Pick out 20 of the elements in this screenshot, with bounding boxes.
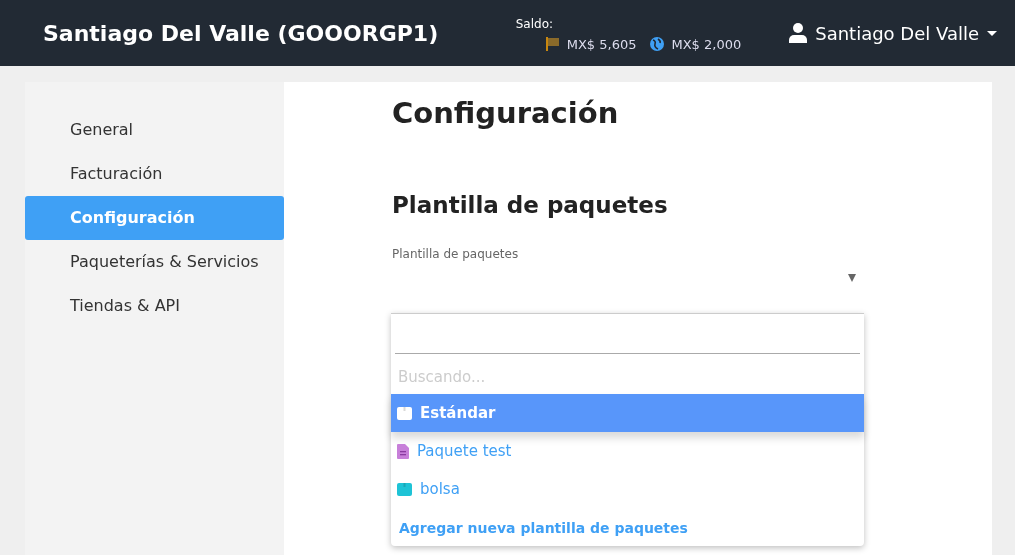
sidebar-item[interactable]: Facturación <box>25 152 284 196</box>
balance-label: Saldo: <box>515 16 554 31</box>
user-icon <box>789 23 808 43</box>
sidebar-item[interactable]: General <box>25 108 284 152</box>
page-title: Configuración <box>392 96 620 130</box>
section-title: Plantilla de paquetes <box>392 192 669 218</box>
box-icon <box>397 482 412 496</box>
caret-icon <box>987 30 997 36</box>
document-icon <box>397 443 409 459</box>
user-menu[interactable]: Santiago Del Valle <box>783 21 1003 45</box>
flag-icon <box>545 37 560 51</box>
balance-amount: MX$ 2,000 <box>671 36 742 52</box>
account-title: Santiago Del Valle (GOOORGP1) <box>43 20 440 46</box>
caret-icon[interactable] <box>848 274 856 282</box>
sidebar-item[interactable]: Paqueterías & Servicios <box>25 240 284 284</box>
balance-amount: MX$ 5,605 <box>566 36 637 52</box>
field-label: Plantilla de paquetes <box>392 247 520 261</box>
sidebar-item[interactable]: Tiendas & API <box>25 284 284 328</box>
box-icon <box>397 406 412 420</box>
globe-icon <box>650 37 665 51</box>
